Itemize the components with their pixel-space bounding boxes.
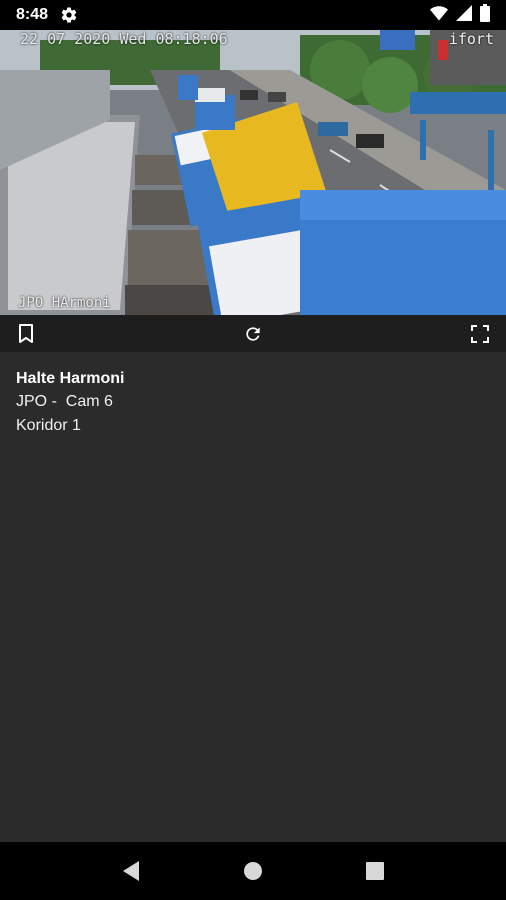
- home-icon[interactable]: [238, 856, 268, 886]
- signal-icon: [456, 4, 472, 26]
- camera-location-label: JPO HArmoni: [18, 295, 111, 311]
- camera-image[interactable]: 22 07 2020 Wed 08:18:06 ifort JPO HArmon…: [0, 30, 506, 315]
- corridor-label: Koridor 1: [16, 417, 81, 434]
- navigation-bar: [0, 842, 506, 900]
- fullscreen-icon[interactable]: [468, 322, 492, 346]
- bookmark-icon[interactable]: [14, 322, 38, 346]
- camera-toolbar: [0, 315, 506, 352]
- camera-brand-label: ifort: [448, 30, 494, 48]
- battery-icon: [480, 3, 490, 27]
- refresh-icon[interactable]: [241, 322, 265, 346]
- gear-icon: [60, 6, 78, 24]
- camera-scene: [0, 30, 506, 315]
- camera-info: Halte Harmoni JPO - Cam 6 Koridor 1: [16, 368, 490, 438]
- station-title: Halte Harmoni: [16, 370, 125, 387]
- camera-name: JPO - Cam 6: [16, 393, 113, 410]
- wifi-icon: [430, 5, 448, 26]
- recents-icon[interactable]: [360, 856, 390, 886]
- status-icons: [430, 3, 490, 27]
- camera-timestamp: 22 07 2020 Wed 08:18:06: [20, 30, 228, 48]
- status-bar: 8:48: [0, 0, 506, 30]
- back-icon[interactable]: [116, 856, 146, 886]
- status-time: 8:48: [16, 6, 49, 23]
